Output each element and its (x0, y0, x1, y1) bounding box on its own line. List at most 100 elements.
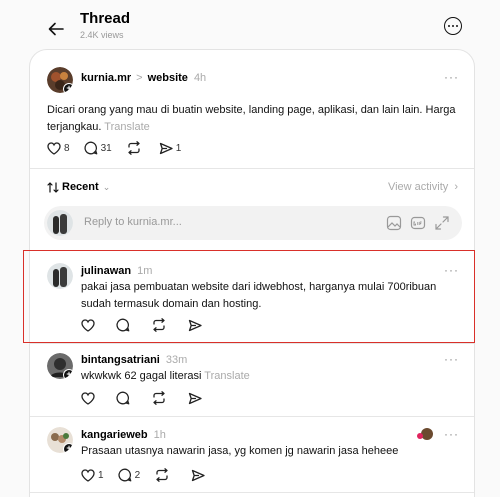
follow-plus-icon[interactable]: + (63, 369, 73, 379)
repost-button[interactable] (126, 141, 145, 155)
heart-icon (81, 318, 95, 332)
reply-button[interactable]: 2 (117, 468, 140, 482)
reply-count: 31 (100, 142, 112, 154)
repost-icon (153, 318, 165, 332)
username[interactable]: kangarieweb (81, 429, 148, 441)
reply-button[interactable] (116, 318, 133, 332)
reply-header: bintangsatriani 33m (81, 354, 187, 366)
repost-icon (128, 141, 140, 155)
gif-icon[interactable] (410, 215, 426, 236)
share-count: 1 (175, 142, 182, 154)
reply-tools (378, 215, 450, 236)
liker-avatar-icon (417, 428, 433, 440)
share-button[interactable] (188, 392, 205, 405)
translate-link[interactable]: Translate (104, 121, 149, 133)
repost-button[interactable] (151, 391, 170, 405)
reply-options-icon[interactable]: ··· (444, 352, 459, 366)
avatar[interactable]: + (47, 427, 73, 453)
reply-header: julinawan 1m (81, 265, 152, 277)
reply-text: wkwkwk 62 gagal literasi Translate (81, 368, 461, 385)
post-actions: 8 31 1 (47, 141, 195, 155)
expand-icon[interactable] (434, 215, 450, 236)
post-header: kurnia.mr > website 4h (81, 72, 206, 84)
topic-separator: > (136, 72, 143, 84)
repost-icon (156, 468, 168, 482)
comment-icon (83, 141, 97, 155)
divider (30, 492, 474, 493)
back-button[interactable] (44, 18, 68, 40)
follow-plus-icon[interactable]: + (63, 83, 73, 93)
divider (30, 168, 474, 169)
reply-options-icon[interactable]: ··· (444, 427, 459, 441)
send-icon (188, 319, 202, 331)
avatar (47, 210, 73, 236)
reply-options-icon[interactable]: ··· (444, 263, 459, 277)
reply-header: kangarieweb 1h (81, 429, 166, 441)
username[interactable]: julinawan (81, 265, 131, 277)
username[interactable]: kurnia.mr (81, 72, 131, 84)
repost-icon (153, 391, 165, 405)
chevron-down-icon: ⌄ (102, 181, 111, 192)
avatar[interactable]: + (47, 67, 73, 93)
username[interactable]: bintangsatriani (81, 354, 160, 366)
reply-text: Prasaan utasnya nawarin jasa, yg komen j… (81, 445, 399, 457)
sort-label: Recent (62, 181, 99, 193)
heart-icon (81, 391, 95, 405)
reply-placeholder: Reply to kurnia.mr... (84, 216, 182, 228)
heart-icon (81, 468, 95, 482)
reply-time: 1h (153, 429, 166, 441)
reply-text: pakai jasa pembuatan website dari idwebh… (81, 281, 437, 310)
reply-actions: 1 2 (81, 468, 222, 482)
repost-button[interactable] (154, 468, 173, 482)
like-count: 8 (64, 142, 70, 154)
reply-button[interactable]: 31 (83, 141, 112, 155)
post-text: Dicari orang yang mau di buatin website,… (47, 102, 457, 136)
reply-time: 1m (137, 265, 153, 277)
view-count: 2.4K views (80, 30, 124, 40)
like-button[interactable]: 1 (81, 468, 104, 482)
page-title: Thread (80, 10, 131, 27)
share-button[interactable]: 1 (159, 142, 182, 155)
chevron-right-icon: › (454, 181, 458, 193)
post-time: 4h (193, 72, 207, 84)
reply-button[interactable] (116, 391, 133, 405)
like-button[interactable] (81, 391, 98, 405)
reply-actions (81, 318, 219, 332)
avatar[interactable] (47, 263, 73, 289)
divider (30, 250, 474, 251)
like-button[interactable] (81, 318, 98, 332)
avatar-image (47, 263, 73, 289)
view-activity-label: View activity (387, 181, 449, 193)
reply-body: wkwkwk 62 gagal literasi (81, 370, 202, 382)
repost-button[interactable] (151, 318, 170, 332)
sort-icon (47, 181, 59, 193)
follow-plus-icon[interactable]: + (63, 443, 73, 453)
comment-icon (116, 391, 130, 405)
back-arrow-icon (48, 22, 64, 36)
post-options-icon[interactable]: ··· (444, 70, 459, 84)
translate-link[interactable]: Translate (204, 370, 249, 382)
share-button[interactable] (188, 319, 205, 332)
send-icon (159, 142, 173, 154)
divider (30, 416, 474, 417)
thread-panel: + kurnia.mr > website 4h ··· Dicari oran… (29, 49, 475, 497)
divider (30, 343, 474, 344)
reply-actions (81, 391, 219, 405)
like-count: 1 (98, 469, 104, 481)
share-button[interactable] (191, 469, 208, 482)
send-icon (191, 469, 205, 481)
sort-dropdown[interactable]: Recent ⌄ (47, 181, 110, 193)
topic-tag[interactable]: website (148, 72, 188, 84)
reply-input[interactable]: Reply to kurnia.mr... (44, 206, 462, 240)
more-options-button[interactable] (444, 17, 462, 35)
comment-icon (116, 318, 130, 332)
heart-icon (47, 141, 61, 155)
reply-time: 33m (165, 354, 188, 366)
view-activity-link[interactable]: View activity › (388, 181, 458, 193)
avatar[interactable]: + (47, 353, 73, 379)
send-icon (188, 392, 202, 404)
top-bar: Thread 2.4K views (0, 0, 500, 50)
image-icon[interactable] (386, 215, 402, 236)
liker-avatars[interactable] (416, 427, 434, 441)
like-button[interactable]: 8 (47, 141, 70, 155)
